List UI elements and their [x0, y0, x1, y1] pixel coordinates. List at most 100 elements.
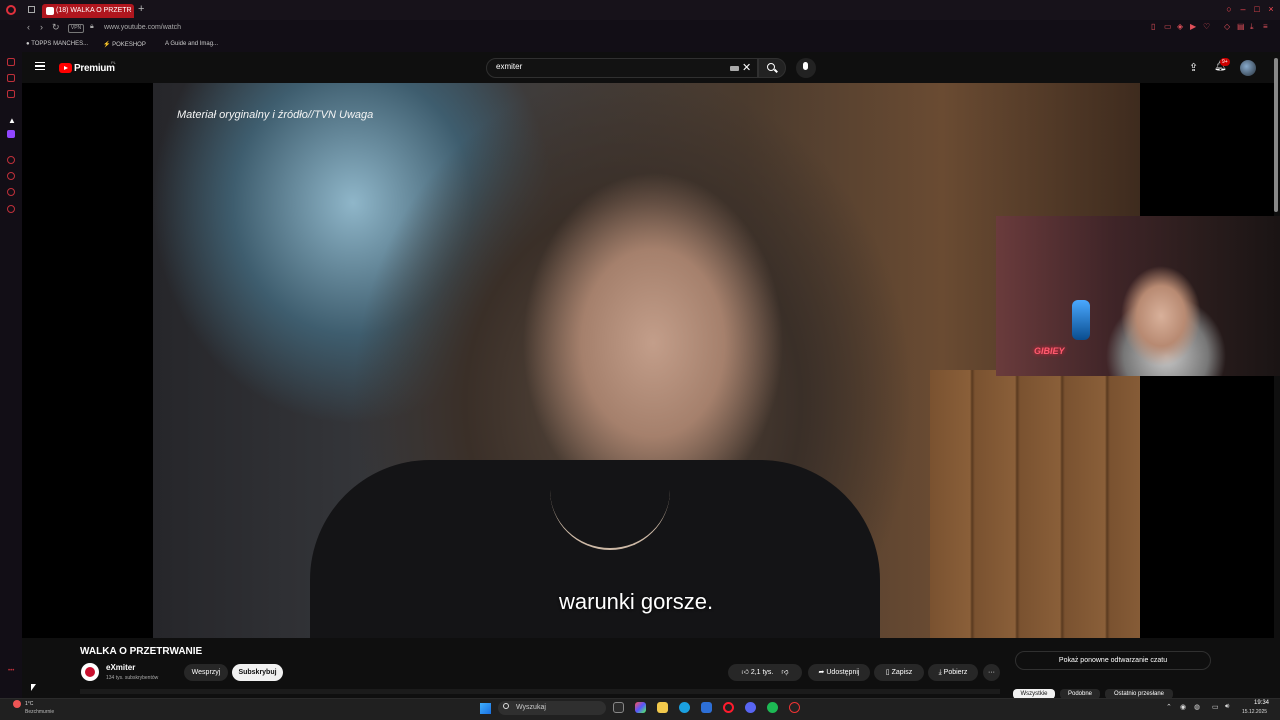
player-icon[interactable]: ▶ — [1190, 22, 1196, 31]
close-icon[interactable]: × — [1266, 4, 1276, 14]
taskbar-search-box[interactable] — [498, 701, 606, 715]
notification-badge: 9+ — [1220, 58, 1230, 66]
volume-icon[interactable]: 🔊︎ — [1225, 703, 1229, 711]
bookmark-item[interactable]: A Guide and Imag... — [165, 41, 218, 47]
taskbar-search-icon — [503, 703, 509, 709]
wallet-icon[interactable]: ▤ — [1237, 22, 1245, 31]
share-button[interactable]: ➦ Udostępnij — [808, 664, 870, 681]
network-icon[interactable]: ▭ — [1212, 703, 1219, 711]
instagram-icon[interactable] — [7, 90, 15, 98]
maximize-icon[interactable]: □ — [1252, 4, 1262, 14]
download-icon[interactable]: ⤓ — [1250, 22, 1254, 32]
page-scrollbar[interactable] — [1274, 58, 1278, 212]
account-avatar[interactable] — [1240, 60, 1256, 76]
country-code: PL — [111, 60, 116, 65]
save-icon: ▯ — [885, 669, 890, 676]
search-tabs-icon[interactable]: ○ — [1224, 4, 1234, 14]
download-button[interactable]: ⤓ Pobierz — [928, 664, 978, 681]
bookmark-item[interactable]: ⚡ POKESHOP — [103, 41, 146, 48]
shield-icon[interactable]: ◈ — [1177, 22, 1183, 31]
weather-description[interactable]: Bezchmurnie — [25, 709, 54, 715]
player-sidebar-icon[interactable] — [7, 156, 15, 164]
easy-setup-icon[interactable]: ≡ — [1263, 22, 1268, 31]
tiktok-icon[interactable]: ▲ — [8, 116, 16, 125]
microphone-icon — [803, 62, 808, 70]
vpn-badge[interactable]: VPN — [68, 24, 84, 33]
upload-icon[interactable]: ⇪ — [1189, 61, 1198, 74]
show-chat-replay-button[interactable]: Pokaż ponowne odtwarzanie czatu — [1015, 651, 1211, 670]
comments-divider — [80, 689, 1000, 694]
store-icon[interactable] — [701, 702, 712, 713]
tab-title: (18) WALKA O PRZETR — [56, 7, 132, 14]
recording-app-icon[interactable] — [789, 702, 800, 713]
extensions-icon[interactable]: ◇ — [1224, 22, 1230, 31]
weather-icon[interactable] — [13, 700, 21, 708]
more-actions-button[interactable]: ··· — [983, 664, 1000, 681]
browser-title-bar — [0, 0, 1280, 20]
search-input[interactable] — [496, 62, 696, 71]
download-video-icon: ⤓ — [938, 669, 942, 676]
back-icon[interactable]: ‹ — [27, 22, 30, 32]
like-icon[interactable]: 👍︎ — [742, 669, 749, 676]
aria-icon[interactable] — [7, 58, 15, 66]
edge-icon[interactable] — [679, 702, 690, 713]
weather-temperature[interactable]: 1°C — [25, 701, 33, 707]
tab-menu-icon[interactable] — [28, 6, 35, 13]
clock-date[interactable]: 15.12.2025 — [1242, 709, 1267, 715]
windows-start-icon[interactable] — [480, 703, 491, 714]
keyboard-icon[interactable] — [730, 66, 739, 71]
save-button[interactable]: ▯ Zapisz — [874, 664, 924, 681]
video-title: WALKA O PRZETRWANIE — [80, 646, 203, 657]
messenger-icon[interactable] — [7, 74, 15, 82]
heart-icon[interactable]: ♡ — [1203, 22, 1210, 31]
youtube-logo-text[interactable]: Premium — [74, 63, 115, 74]
address-bar — [0, 20, 1280, 38]
facecam-microphone — [1072, 300, 1090, 340]
task-view-icon[interactable] — [613, 702, 624, 713]
bookmark-item[interactable]: ● TOPPS MANCHES... — [26, 41, 88, 47]
download-label: Pobierz — [943, 669, 968, 676]
tray-app-icon[interactable]: ◉ — [1180, 703, 1186, 711]
opera-taskbar-icon[interactable] — [723, 702, 734, 713]
lock-icon[interactable]: 🔒︎ — [90, 23, 94, 31]
bookmark-icon[interactable]: ▯ — [1151, 22, 1155, 31]
history-icon[interactable] — [7, 172, 15, 180]
discord-icon[interactable] — [745, 702, 756, 713]
taskbar-search-placeholder: Wyszukaj — [516, 704, 546, 711]
youtube-logo-icon[interactable] — [59, 63, 72, 73]
file-explorer-icon[interactable] — [657, 702, 668, 713]
video-background-cabinet — [930, 370, 1140, 638]
opera-sidebar — [0, 52, 22, 698]
share-label: Udostępnij — [826, 669, 860, 676]
channel-name[interactable]: eXmiter — [106, 663, 135, 672]
url-field[interactable]: www.youtube.com/watch — [104, 24, 181, 31]
spotify-icon[interactable] — [767, 702, 778, 713]
settings-icon[interactable] — [7, 205, 15, 213]
menu-icon[interactable] — [35, 62, 45, 70]
subscribe-button[interactable]: Subskrybuj — [232, 664, 283, 681]
opera-logo-icon[interactable] — [6, 5, 16, 15]
clock-time[interactable]: 19:34 — [1254, 700, 1269, 706]
dislike-icon[interactable]: 👎︎ — [781, 669, 788, 676]
sidebar-more-icon[interactable]: ••• — [8, 668, 14, 674]
clear-search-icon[interactable]: ✕ — [742, 61, 751, 74]
channel-subscriber-count: 134 tys. subskrybentów — [106, 675, 159, 681]
channel-avatar[interactable] — [81, 663, 99, 681]
video-credit-overlay: Materiał oryginalny i źródło//TVN Uwaga — [177, 109, 374, 121]
snapshot-icon[interactable]: ▭ — [1164, 22, 1172, 31]
new-tab-button[interactable]: + — [138, 3, 144, 15]
like-dislike-group[interactable]: 👍︎ 2,1 tys. 👎︎ — [728, 664, 802, 681]
pinboard-icon[interactable] — [7, 188, 15, 196]
tray-app-icon[interactable]: ◍ — [1194, 703, 1200, 711]
forward-icon[interactable]: › — [40, 22, 43, 32]
copilot-icon[interactable] — [635, 702, 646, 713]
share-icon: ➦ — [818, 669, 825, 676]
twitch-icon[interactable] — [7, 130, 15, 138]
reload-icon[interactable]: ↻ — [52, 22, 60, 33]
minimize-icon[interactable]: – — [1238, 4, 1248, 14]
save-label: Zapisz — [891, 669, 913, 676]
facecam-neon-sign: GIBIEY — [1034, 346, 1065, 356]
active-tab[interactable]: (18) WALKA O PRZETR — [42, 4, 134, 18]
tray-overflow-icon[interactable]: ⌃ — [1166, 703, 1172, 711]
join-button[interactable]: Wesprzyj — [184, 664, 228, 681]
